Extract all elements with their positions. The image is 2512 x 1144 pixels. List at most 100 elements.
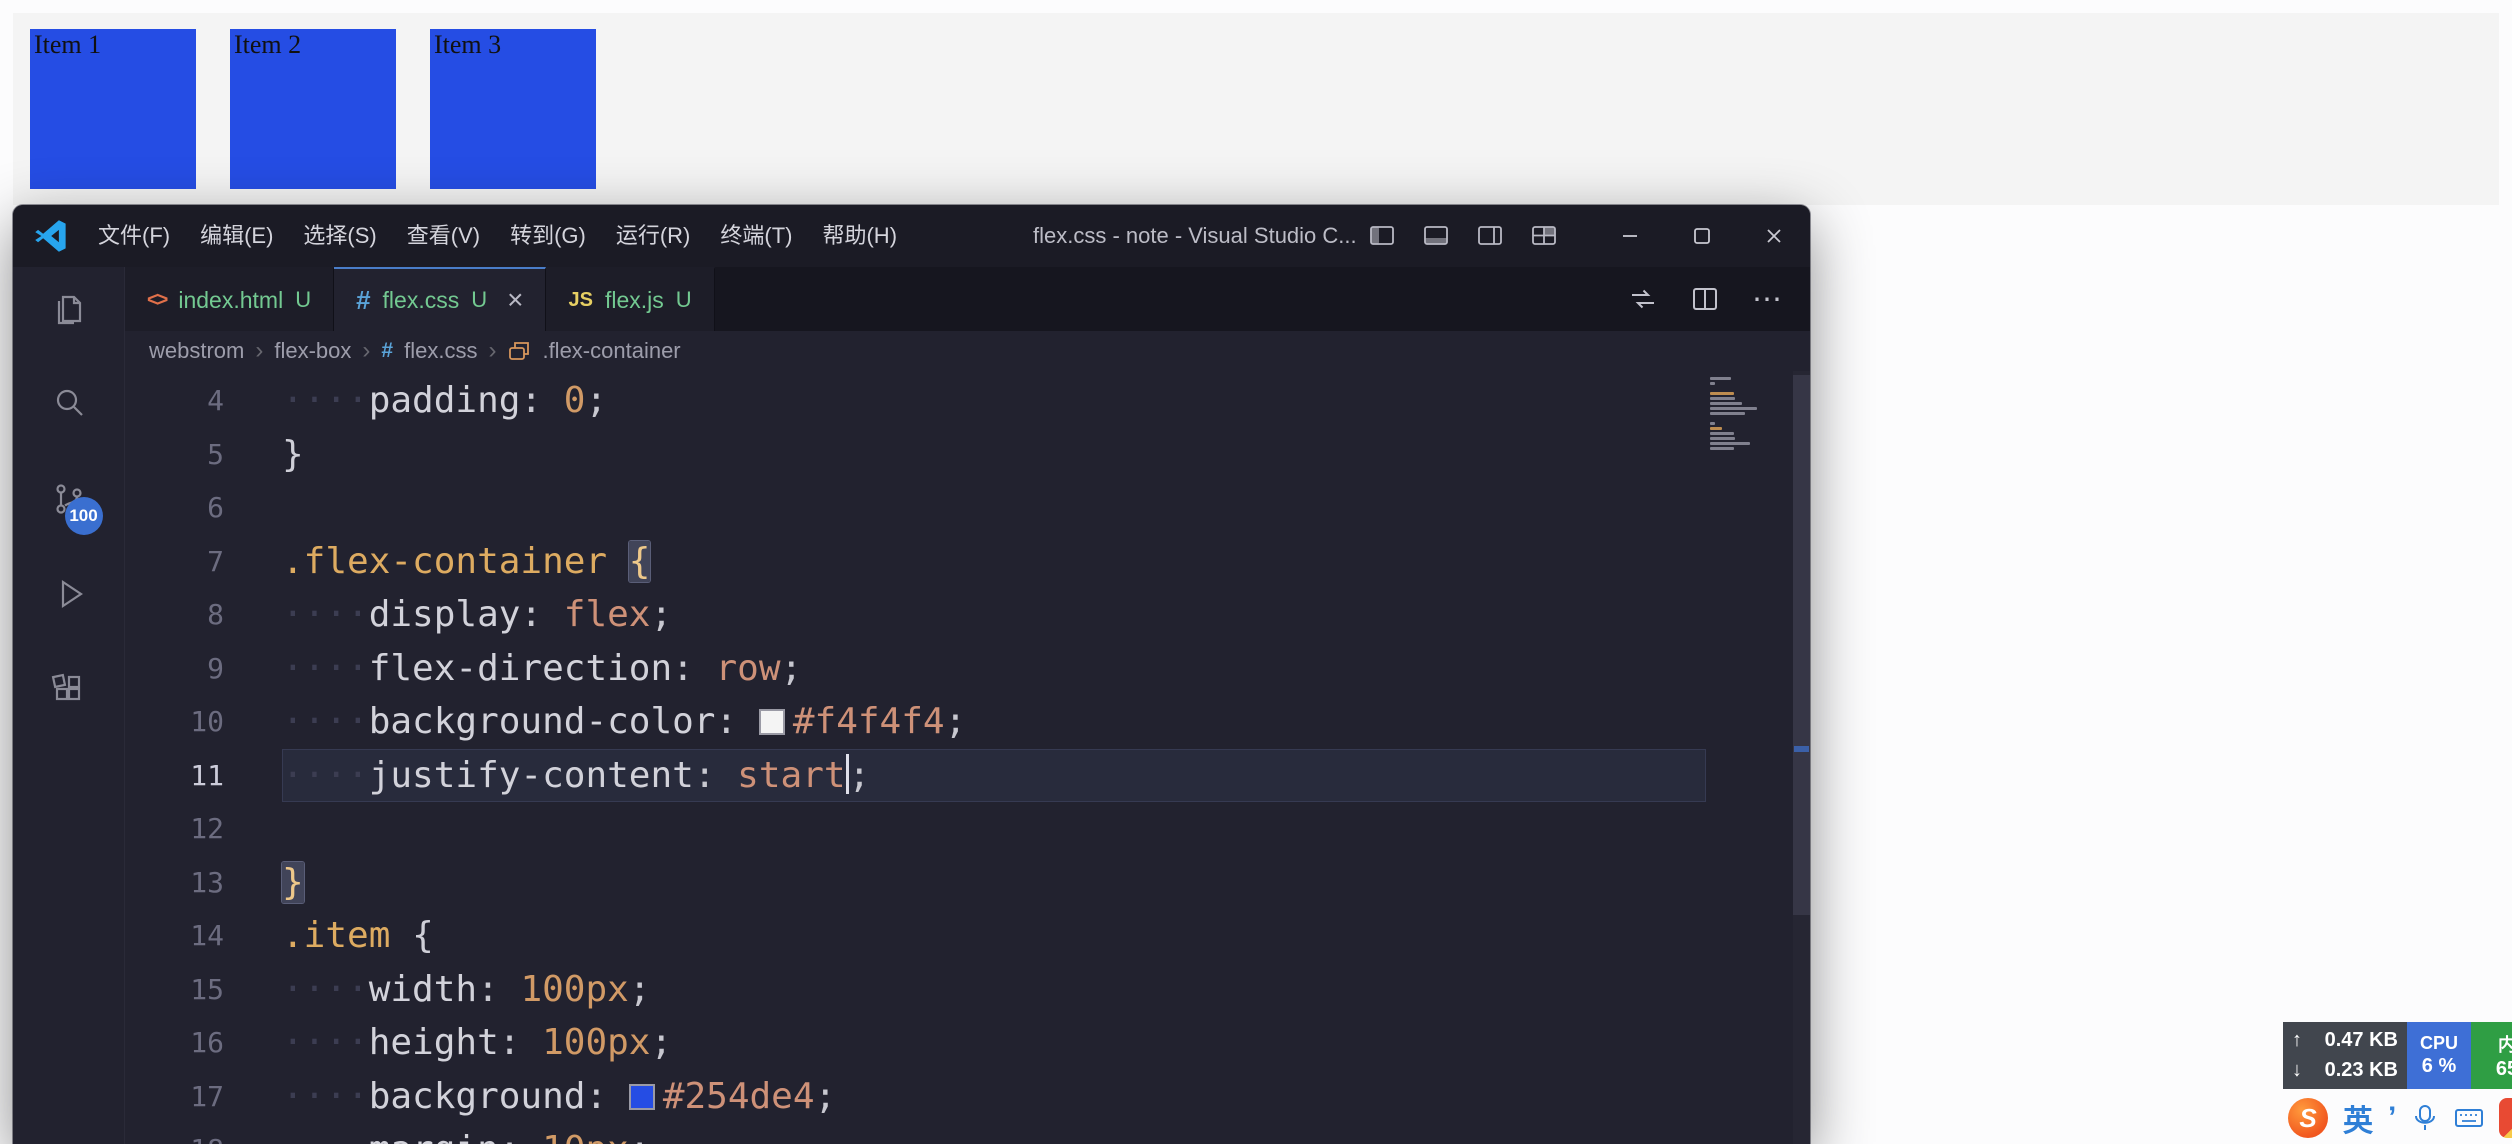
menu-view[interactable]: 查看(V) <box>392 205 495 267</box>
tab-flex-js[interactable]: JS flex.js U <box>546 267 714 331</box>
toggle-panel-icon[interactable] <box>1422 222 1450 250</box>
code-token: ···· <box>282 1022 369 1063</box>
git-untracked-badge: U <box>676 287 692 313</box>
microphone-icon[interactable] <box>2411 1104 2439 1132</box>
minimap-line <box>1710 447 1734 450</box>
breadcrumb-symbol[interactable]: .flex-container <box>542 338 680 364</box>
code-line-13[interactable]: 13} <box>125 856 1706 910</box>
code-line-5[interactable]: 5} <box>125 428 1706 482</box>
flex-preview-container: Item 1 Item 2 Item 3 <box>13 13 2499 205</box>
memory-value: 65 <box>2496 1058 2512 1081</box>
toggle-secondary-sidebar-icon[interactable] <box>1476 222 1504 250</box>
css-file-icon: # <box>381 339 393 363</box>
code-line-16[interactable]: 16····height: 100px; <box>125 1016 1706 1070</box>
minimize-icon <box>1617 223 1643 249</box>
more-actions-icon[interactable]: ⋯ <box>1752 282 1784 317</box>
ime-language-mode[interactable]: 英 <box>2343 1096 2373 1140</box>
code-token: 0 <box>564 380 586 421</box>
breadcrumb-folder[interactable]: flex-box <box>274 338 351 364</box>
customize-layout-icon[interactable] <box>1530 222 1558 250</box>
code-line-18[interactable]: 18····margin: 10px; <box>125 1123 1706 1144</box>
color-swatch <box>629 1084 655 1110</box>
maximize-button[interactable] <box>1666 205 1738 267</box>
code-token: : <box>715 701 758 742</box>
code-line-4[interactable]: 4····padding: 0; <box>125 374 1706 428</box>
breadcrumb-folder[interactable]: webstrom <box>149 338 244 364</box>
line-number: 17 <box>125 1070 282 1124</box>
breadcrumb-file[interactable]: flex.css <box>404 338 477 364</box>
menu-file[interactable]: 文件(F) <box>83 205 185 267</box>
minimap-line <box>1710 377 1731 380</box>
line-number: 9 <box>125 642 282 696</box>
run-debug-icon <box>49 574 89 614</box>
line-number: 12 <box>125 802 282 856</box>
git-untracked-badge: U <box>471 287 487 313</box>
code-editor[interactable]: 4····padding: 0;5}67.flex-container {8··… <box>125 371 1810 1144</box>
ime-skin-icon[interactable] <box>2499 1098 2512 1138</box>
split-editor-icon[interactable] <box>1690 284 1720 314</box>
code-token: .flex-container <box>282 541 607 582</box>
code-line-12[interactable]: 12 <box>125 802 1706 856</box>
ime-status-bar[interactable]: S 英 ’ <box>2288 1094 2512 1142</box>
menu-edit[interactable]: 编辑(E) <box>185 205 288 267</box>
minimap[interactable] <box>1710 377 1766 452</box>
menu-terminal[interactable]: 终端(T) <box>705 205 807 267</box>
minimap-line <box>1710 407 1757 410</box>
tab-index-html[interactable]: <> index.html U <box>125 267 334 331</box>
menu-goto[interactable]: 转到(G) <box>495 205 601 267</box>
editor-scrollbar[interactable] <box>1793 371 1810 1144</box>
titlebar[interactable]: 文件(F) 编辑(E) 选择(S) 查看(V) 转到(G) 运行(R) 终端(T… <box>13 205 1810 267</box>
code-token: : <box>499 1129 542 1144</box>
code-token: : <box>477 969 520 1010</box>
extensions-button[interactable] <box>41 661 97 717</box>
source-control-button[interactable]: 100 <box>41 471 97 527</box>
menu-help[interactable]: 帮助(H) <box>807 205 912 267</box>
scrollbar-thumb[interactable] <box>1793 375 1810 915</box>
line-number: 4 <box>125 374 282 428</box>
flex-item-label: Item 3 <box>434 30 501 59</box>
code-line-8[interactable]: 8····display: flex; <box>125 588 1706 642</box>
code-line-9[interactable]: 9····flex-direction: row; <box>125 642 1706 696</box>
sogou-logo-icon[interactable]: S <box>2288 1098 2328 1138</box>
minimap-line <box>1710 427 1722 430</box>
code-line-7[interactable]: 7.flex-container { <box>125 535 1706 589</box>
line-number: 13 <box>125 856 282 910</box>
vscode-logo-icon <box>33 218 69 254</box>
run-debug-button[interactable] <box>41 566 97 622</box>
close-button[interactable] <box>1738 205 1810 267</box>
code-token: ; <box>629 969 651 1010</box>
code-line-11[interactable]: 11····justify-content: start; <box>125 749 1706 803</box>
code-line-6[interactable]: 6 <box>125 481 1706 535</box>
menu-select[interactable]: 选择(S) <box>288 205 391 267</box>
code-token: ···· <box>282 755 369 796</box>
search-button[interactable] <box>41 376 97 432</box>
code-token: ···· <box>282 648 369 689</box>
punctuation-mode-icon[interactable]: ’ <box>2388 1108 2396 1128</box>
code-line-15[interactable]: 15····width: 100px; <box>125 963 1706 1017</box>
code-token: padding <box>369 380 521 421</box>
files-icon <box>49 289 89 329</box>
menu-run[interactable]: 运行(R) <box>601 205 706 267</box>
open-changes-icon[interactable] <box>1628 284 1658 314</box>
code-lines: 4····padding: 0;5}67.flex-container {8··… <box>125 374 1706 1144</box>
tab-label: flex.css <box>383 287 460 314</box>
code-token: : <box>499 1022 542 1063</box>
keyboard-icon[interactable] <box>2454 1103 2484 1133</box>
html-file-icon: <> <box>147 289 166 312</box>
tab-bar: <> index.html U # flex.css U × JS flex.j… <box>125 267 1810 331</box>
tab-flex-css[interactable]: # flex.css U × <box>334 267 546 331</box>
code-line-10[interactable]: 10····background-color: #f4f4f4; <box>125 695 1706 749</box>
js-file-icon: JS <box>568 289 592 312</box>
code-token: margin <box>369 1129 499 1144</box>
css-file-icon: # <box>356 285 370 316</box>
line-number: 5 <box>125 428 282 482</box>
explorer-button[interactable] <box>41 281 97 337</box>
toggle-sidebar-icon[interactable] <box>1368 222 1396 250</box>
minimap-line <box>1710 402 1742 405</box>
cpu-usage-cell: CPU 6 % <box>2407 1022 2471 1089</box>
code-line-14[interactable]: 14.item { <box>125 909 1706 963</box>
tab-close-icon[interactable]: × <box>507 286 523 314</box>
code-line-17[interactable]: 17····background: #254de4; <box>125 1070 1706 1124</box>
traffic-monitor[interactable]: ↑ 0.47 KB ↓ 0.23 KB CPU 6 % 内 65 <box>2283 1022 2512 1089</box>
minimize-button[interactable] <box>1594 205 1666 267</box>
